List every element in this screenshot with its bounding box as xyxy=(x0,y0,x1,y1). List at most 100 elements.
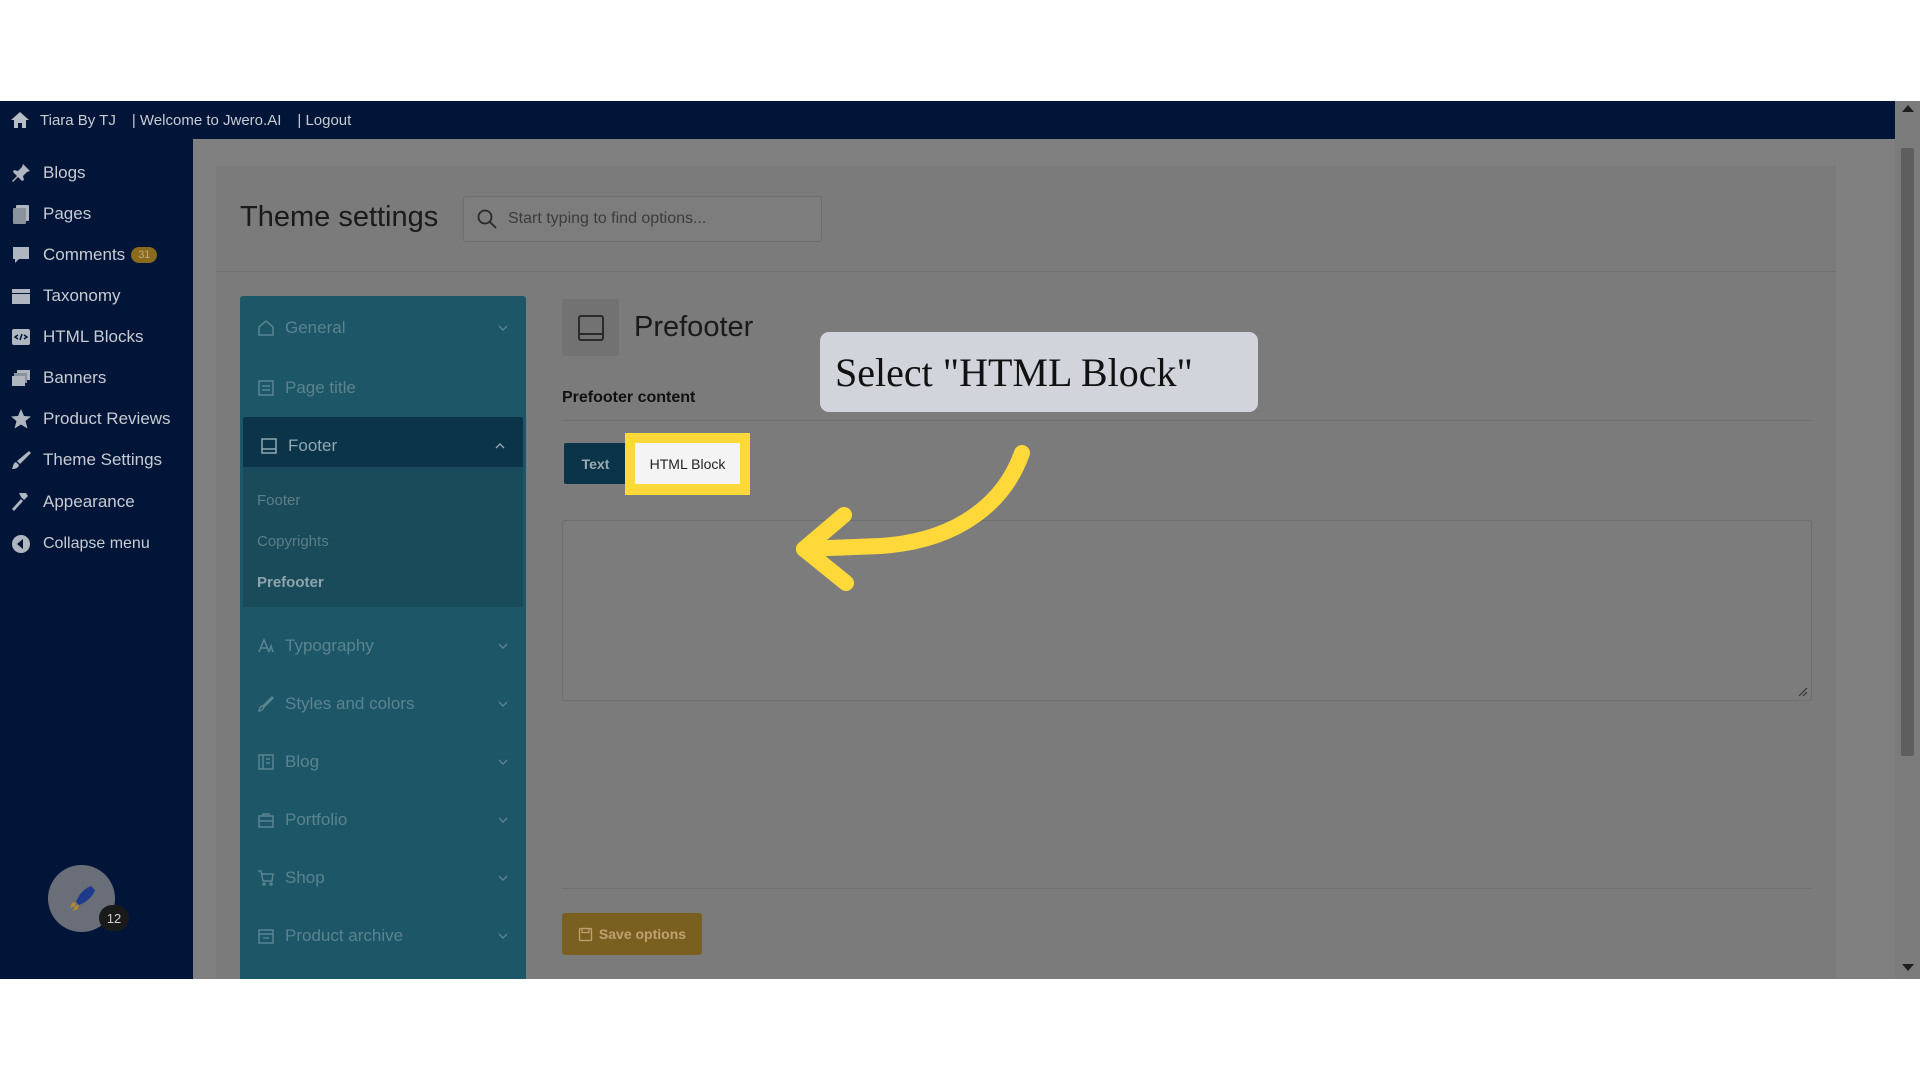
home-icon[interactable] xyxy=(10,111,30,129)
chevron-down-icon xyxy=(498,643,508,649)
nav-item-blog[interactable]: Blog xyxy=(240,733,526,791)
menu-label: Banners xyxy=(43,368,107,387)
menu-label: Comments xyxy=(43,245,126,264)
archive-icon xyxy=(258,929,274,944)
search-box[interactable] xyxy=(463,196,822,242)
admin-menu: Blogs Pages Comments 31 Taxonomy HTML Bl… xyxy=(0,139,193,979)
chevron-down-icon xyxy=(498,817,508,823)
home-icon xyxy=(258,319,274,336)
footer-icon xyxy=(261,438,277,454)
logout-link[interactable]: | Logout xyxy=(297,112,351,129)
chevron-down-icon xyxy=(498,701,508,707)
menu-label: Appearance xyxy=(43,492,135,511)
scroll-up-arrow-icon[interactable] xyxy=(1902,105,1914,112)
highlight-box: HTML Block xyxy=(625,433,750,495)
menu-label: Blogs xyxy=(43,163,86,182)
nav-item-shop[interactable]: Shop xyxy=(240,849,526,907)
divider xyxy=(216,271,1836,272)
menu-item-theme-settings[interactable]: Theme Settings xyxy=(10,445,162,475)
menu-label: HTML Blocks xyxy=(43,327,144,346)
search-icon xyxy=(477,209,497,229)
instruction-callout: Select "HTML Block" xyxy=(820,332,1258,412)
rocket-icon xyxy=(69,885,95,911)
typography-icon xyxy=(258,638,274,653)
menu-label: Taxonomy xyxy=(43,286,121,305)
nav-item-typography[interactable]: Typography xyxy=(240,617,526,675)
scroll-down-arrow-icon[interactable] xyxy=(1902,964,1914,971)
menu-label: Pages xyxy=(43,204,92,223)
chevron-down-icon xyxy=(498,325,508,331)
menu-item-product-reviews[interactable]: Product Reviews xyxy=(10,404,171,434)
blog-icon xyxy=(258,754,274,770)
scrollbar[interactable] xyxy=(1895,101,1920,979)
search-input[interactable] xyxy=(508,210,798,228)
banners-icon xyxy=(12,370,30,386)
menu-item-comments[interactable]: Comments 31 xyxy=(10,240,158,270)
screen: Tiara By TJ | Welcome to Jwero.AI | Logo… xyxy=(0,101,1920,979)
brush-icon xyxy=(258,695,275,712)
menu-item-banners[interactable]: Banners xyxy=(10,363,106,393)
subnav-copyrights[interactable]: Copyrights xyxy=(257,533,329,550)
page-title-icon xyxy=(258,380,274,396)
menu-label: Theme Settings xyxy=(43,450,163,469)
welcome-text: | Welcome to Jwero.AI xyxy=(131,111,282,129)
subnav-footer[interactable]: Footer xyxy=(257,492,300,509)
nav-item-portfolio[interactable]: Portfolio xyxy=(240,791,526,849)
pin-icon xyxy=(12,164,30,182)
brush-icon xyxy=(12,451,31,469)
portfolio-icon xyxy=(258,813,274,828)
nav-label: Portfolio xyxy=(285,810,348,829)
section-title: Prefooter xyxy=(634,311,754,343)
menu-item-taxonomy[interactable]: Taxonomy xyxy=(10,281,120,311)
chevron-up-icon xyxy=(495,443,505,449)
menu-item-html-blocks[interactable]: HTML Blocks xyxy=(10,322,143,352)
save-options-button[interactable]: Save options xyxy=(562,913,702,955)
save-icon xyxy=(578,927,593,941)
collapse-icon xyxy=(12,535,30,553)
menu-item-appearance[interactable]: Appearance xyxy=(10,487,135,517)
menu-item-collapse[interactable]: Collapse menu xyxy=(10,529,150,559)
chevron-down-icon xyxy=(498,875,508,881)
pages-icon xyxy=(13,205,29,224)
nav-item-styles-and-colors[interactable]: Styles and colors xyxy=(240,675,526,733)
settings-nav: General Page title Footer Footer Copyrig… xyxy=(240,296,526,979)
site-name-link[interactable]: Tiara By TJ xyxy=(40,112,116,129)
save-label: Save options xyxy=(598,926,687,942)
cart-icon xyxy=(258,870,274,886)
footer-submenu: Footer Copyrights Prefooter xyxy=(243,467,523,607)
nav-label: Styles and colors xyxy=(285,694,415,713)
comments-count-badge: 31 xyxy=(131,247,158,263)
nav-item-page-title[interactable]: Page title xyxy=(240,359,526,417)
nav-label: General xyxy=(285,317,346,337)
nav-label: Typography xyxy=(285,636,374,655)
nav-item-product-archive[interactable]: Product archive xyxy=(240,907,526,965)
footer-icon xyxy=(577,314,604,341)
field-label: Prefooter content xyxy=(562,389,696,406)
subnav-prefooter[interactable]: Prefooter xyxy=(257,574,324,591)
taxonomy-icon xyxy=(12,289,30,304)
resize-handle-icon[interactable] xyxy=(1798,687,1808,697)
scroll-thumb[interactable] xyxy=(1901,148,1914,756)
hammer-icon xyxy=(12,493,28,511)
notification-count-badge: 12 xyxy=(99,905,129,931)
admin-bar: Tiara By TJ | Welcome to Jwero.AI | Logo… xyxy=(0,101,1895,139)
prefooter-content-textarea[interactable] xyxy=(562,520,1812,701)
menu-item-pages[interactable]: Pages xyxy=(10,199,91,229)
menu-label: Product Reviews xyxy=(43,409,171,428)
html-block-toggle-button[interactable]: HTML Block xyxy=(635,443,740,484)
menu-item-blogs[interactable]: Blogs xyxy=(10,158,86,188)
divider xyxy=(562,888,1812,889)
divider xyxy=(562,420,1812,421)
page-title: Theme settings xyxy=(240,201,439,233)
section-icon-box xyxy=(562,299,619,356)
nav-item-general[interactable]: General xyxy=(240,296,526,359)
nav-label: Page title xyxy=(285,378,356,397)
star-icon xyxy=(11,409,31,429)
chevron-down-icon xyxy=(498,933,508,939)
html-block-icon xyxy=(12,329,30,345)
nav-label: Blog xyxy=(285,752,320,771)
comment-icon xyxy=(13,247,29,263)
text-toggle-button[interactable]: Text xyxy=(564,443,627,484)
pointer-arrow-icon xyxy=(796,445,1030,591)
nav-label: Footer xyxy=(288,436,338,455)
